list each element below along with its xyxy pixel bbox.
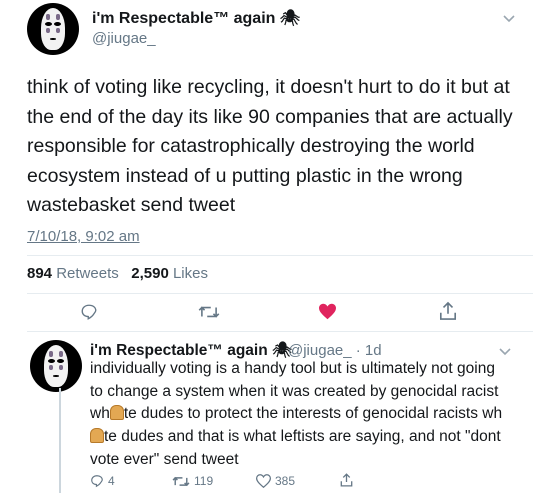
reply-handle-time[interactable]: @jiugae_ · 1d xyxy=(288,342,382,359)
retweets-count[interactable]: 894 xyxy=(27,265,52,282)
reply-avatar[interactable] xyxy=(30,340,82,392)
retweet-icon xyxy=(198,306,220,318)
reply-button[interactable] xyxy=(78,302,100,322)
spider-emoji: 🕷 xyxy=(279,10,301,27)
display-name[interactable]: i'm Respectable™ again 🕷 xyxy=(92,8,300,28)
reply-count: 4 xyxy=(108,474,115,488)
reply-icon xyxy=(81,304,97,320)
divider xyxy=(27,331,533,332)
divider xyxy=(27,293,533,294)
reply-icon xyxy=(91,475,103,488)
chevron-down-icon[interactable] xyxy=(503,12,515,26)
bread-emoji xyxy=(109,405,124,421)
chevron-down-icon[interactable] xyxy=(499,345,511,359)
like-count: 385 xyxy=(275,474,296,488)
share-icon xyxy=(439,301,457,320)
reply-share-button[interactable] xyxy=(340,472,353,488)
tweet-timestamp[interactable]: 7/10/18, 9:02 am xyxy=(27,228,140,245)
like-button[interactable] xyxy=(316,301,338,321)
retweet-button[interactable] xyxy=(196,302,222,322)
reply-like-button[interactable]: 385 xyxy=(256,474,295,488)
avatar[interactable] xyxy=(27,3,79,55)
share-button[interactable] xyxy=(437,300,459,322)
tweet-text: think of voting like recycling, it doesn… xyxy=(27,76,513,217)
thread-line xyxy=(59,388,61,493)
retweet-count: 119 xyxy=(194,474,214,488)
reply-reply-button[interactable]: 4 xyxy=(90,474,115,488)
retweet-icon xyxy=(172,476,190,486)
tweet-stats: 894 Retweets 2,590 Likes xyxy=(27,265,208,282)
reply-text: individually voting is a handy tool but … xyxy=(90,360,503,468)
reply-retweet-button[interactable]: 119 xyxy=(172,474,213,488)
handle[interactable]: @jiugae_ xyxy=(92,30,156,47)
bread-emoji xyxy=(90,428,104,444)
retweets-label[interactable]: Retweets xyxy=(56,265,119,282)
likes-count[interactable]: 2,590 xyxy=(131,265,169,282)
heart-icon xyxy=(318,303,336,319)
share-icon xyxy=(340,473,353,487)
heart-icon xyxy=(256,474,271,488)
likes-label[interactable]: Likes xyxy=(173,265,208,282)
divider xyxy=(27,255,533,256)
